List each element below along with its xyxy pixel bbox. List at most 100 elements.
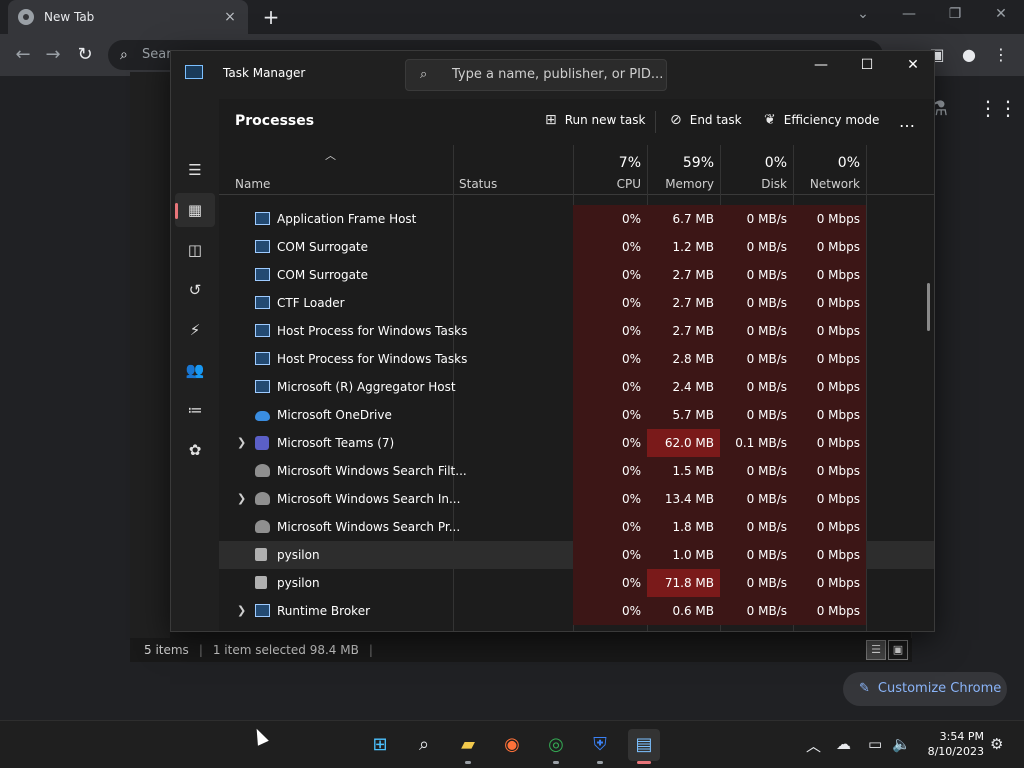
disk-cell: 0 MB/s — [720, 401, 793, 429]
cpu-cell: 0% — [573, 205, 647, 233]
network-cell: 0 Mbps — [793, 513, 866, 541]
memory-cell: 2.7 MB — [647, 317, 720, 345]
taskbar: ⊞ ⌕ ▰ ◉ ◎ ⛨ ▤ ︿ ☁ ▭ 🔈 3:54 PM 8/10/2023 … — [0, 720, 1024, 768]
disk-cell: 0 MB/s — [720, 261, 793, 289]
chevron-up-icon[interactable]: ︿ — [806, 735, 821, 756]
column-header-name[interactable]: Name — [219, 145, 453, 195]
column-label: Status — [459, 177, 498, 191]
app-history-icon[interactable]: ↺ — [175, 273, 215, 307]
customize-chrome-button[interactable]: ✎ Customize Chrome — [843, 672, 1007, 706]
startup-apps-icon[interactable]: ⚡ — [175, 313, 215, 347]
table-row[interactable]: COM Surrogate 0% 1.2 MB 0 MB/s 0 Mbps — [219, 233, 934, 261]
expand-chevron-icon[interactable]: ❯ — [237, 597, 246, 625]
end-task-button[interactable]: ⊘ End task — [670, 112, 742, 128]
services-icon[interactable]: ✿ — [175, 433, 215, 467]
close-icon[interactable]: ✕ — [978, 0, 1024, 30]
chrome-menu-icon[interactable]: ⋮ — [988, 42, 1014, 68]
disk-cell: 0 MB/s — [720, 233, 793, 261]
tm-window-controls: — ☐ ✕ — [798, 51, 934, 81]
table-row[interactable]: pysilon 0% 1.0 MB 0 MB/s 0 Mbps — [219, 541, 934, 569]
more-options-button[interactable]: … — [899, 112, 915, 131]
table-row[interactable]: Microsoft OneDrive 0% 5.7 MB 0 MB/s 0 Mbps — [219, 401, 934, 429]
scrollbar-thumb[interactable] — [927, 283, 930, 331]
details-icon[interactable]: ≔ — [175, 393, 215, 427]
restore-icon[interactable]: ❐ — [932, 0, 978, 30]
table-row[interactable]: ❯ Microsoft Teams (7) 0% 62.0 MB 0.1 MB/s 0 M… — [219, 429, 934, 457]
expand-chevron-icon[interactable]: ❯ — [237, 485, 246, 513]
apps-grid-icon[interactable]: ⋮⋮⋮ — [978, 96, 1024, 120]
process-name: pysilon — [277, 576, 320, 590]
memory-cell: 62.0 MB — [647, 429, 720, 457]
tab-search-icon[interactable]: ⌄ — [840, 0, 886, 30]
customize-label: Customize Chrome — [877, 681, 1002, 696]
details-view-icon[interactable]: ☰ — [866, 640, 886, 660]
close-icon[interactable]: ✕ — [890, 51, 934, 81]
search-icon: ⌕ — [120, 47, 128, 63]
minimize-icon[interactable]: — — [798, 51, 844, 81]
memory-cell: 5.7 MB — [647, 401, 720, 429]
new-tab-button[interactable]: + — [258, 4, 284, 30]
chrome-tab[interactable]: New Tab × — [8, 0, 248, 34]
processes-icon[interactable]: ▦ — [175, 193, 215, 227]
column-total: 0% — [837, 155, 860, 171]
cpu-cell: 0% — [573, 261, 647, 289]
network-cell: 0 Mbps — [793, 261, 866, 289]
profile-icon[interactable]: ● — [956, 42, 982, 68]
efficiency-mode-button[interactable]: ❦ Efficiency mode — [764, 112, 879, 128]
column-header-status[interactable]: Status — [453, 145, 573, 195]
network-cell: 0 Mbps — [793, 373, 866, 401]
performance-icon[interactable]: ◫ — [175, 233, 215, 267]
firefox-icon[interactable]: ◉ — [496, 729, 528, 761]
column-header-cpu[interactable]: 7% CPU — [573, 145, 647, 195]
defender-shield-icon[interactable]: ⛨ — [584, 729, 616, 764]
end-task-label: End task — [689, 113, 742, 127]
table-row[interactable]: CTF Loader 0% 2.7 MB 0 MB/s 0 Mbps — [219, 289, 934, 317]
table-row[interactable]: pysilon 0% 71.8 MB 0 MB/s 0 Mbps — [219, 569, 934, 597]
table-row[interactable]: Microsoft Windows Search Filt... 0% 1.5 MB… — [219, 457, 934, 485]
table-row[interactable]: Microsoft Windows Search Pr... 0% 1.8 MB 0 … — [219, 513, 934, 541]
tm-search-input[interactable]: ⌕ Type a name, publisher, or PID... — [405, 59, 667, 91]
column-header-disk[interactable]: 0% Disk — [720, 145, 793, 195]
minimize-icon[interactable]: — — [886, 0, 932, 30]
table-row[interactable]: Application Frame Host 0% 6.7 MB 0 MB/s 0 Mb… — [219, 205, 934, 233]
search-icon[interactable]: ⌕ — [408, 729, 440, 761]
table-row[interactable]: Host Process for Windows Tasks 0% 2.7 MB 0 … — [219, 317, 934, 345]
run-new-task-button[interactable]: ⊞ Run new task — [545, 112, 645, 128]
back-arrow-icon[interactable]: ← — [10, 42, 36, 68]
column-header-memory[interactable]: 59% Memory — [647, 145, 720, 195]
column-header-network[interactable]: 0% Network — [793, 145, 866, 195]
disk-cell: 0 MB/s — [720, 205, 793, 233]
network-cell: 0 Mbps — [793, 345, 866, 373]
active-indicator — [175, 203, 178, 219]
column-label: Memory — [665, 177, 714, 191]
file-explorer-icon[interactable]: ▰ — [452, 729, 484, 764]
tab-close-icon[interactable]: × — [222, 9, 238, 25]
hamburger-menu-icon[interactable]: ☰ — [175, 153, 215, 187]
memory-cell: 1.0 MB — [647, 541, 720, 569]
network-icon[interactable]: ▭ — [868, 735, 882, 753]
cpu-cell: 0% — [573, 289, 647, 317]
disk-cell: 0 MB/s — [720, 317, 793, 345]
table-row[interactable]: Microsoft (R) Aggregator Host 0% 2.4 MB 0 M… — [219, 373, 934, 401]
tiles-view-icon[interactable]: ▣ — [888, 640, 908, 660]
volume-icon[interactable]: 🔈 — [892, 735, 911, 753]
users-icon[interactable]: 👥 — [175, 353, 215, 387]
clock-date: 8/10/2023 — [927, 745, 984, 758]
chrome-icon[interactable]: ◎ — [540, 729, 572, 764]
onedrive-icon[interactable]: ☁ — [836, 735, 851, 753]
maximize-icon[interactable]: ☐ — [844, 51, 890, 81]
table-row[interactable]: COM Surrogate 0% 2.7 MB 0 MB/s 0 Mbps — [219, 261, 934, 289]
reload-icon[interactable]: ↻ — [72, 42, 98, 68]
table-row[interactable]: Host Process for Windows Tasks 0% 2.8 MB 0 … — [219, 345, 934, 373]
command-separator — [655, 111, 656, 133]
forward-arrow-icon[interactable]: → — [40, 42, 66, 68]
start-windows-icon[interactable]: ⊞ — [364, 729, 396, 761]
clock[interactable]: 3:54 PM 8/10/2023 — [924, 729, 984, 759]
search-service-icon — [255, 464, 270, 477]
notifications-icon[interactable]: ⚙ — [990, 735, 1003, 753]
expand-chevron-icon[interactable]: ❯ — [237, 429, 246, 457]
table-row[interactable]: ❯ Microsoft Windows Search In... 0% 13.4 MB… — [219, 485, 934, 513]
table-row[interactable]: ❯ Runtime Broker 0% 0.6 MB 0 MB/s 0 Mbps — [219, 597, 934, 625]
column-total: 7% — [618, 155, 641, 171]
task-manager-icon[interactable]: ▤ — [628, 729, 660, 764]
